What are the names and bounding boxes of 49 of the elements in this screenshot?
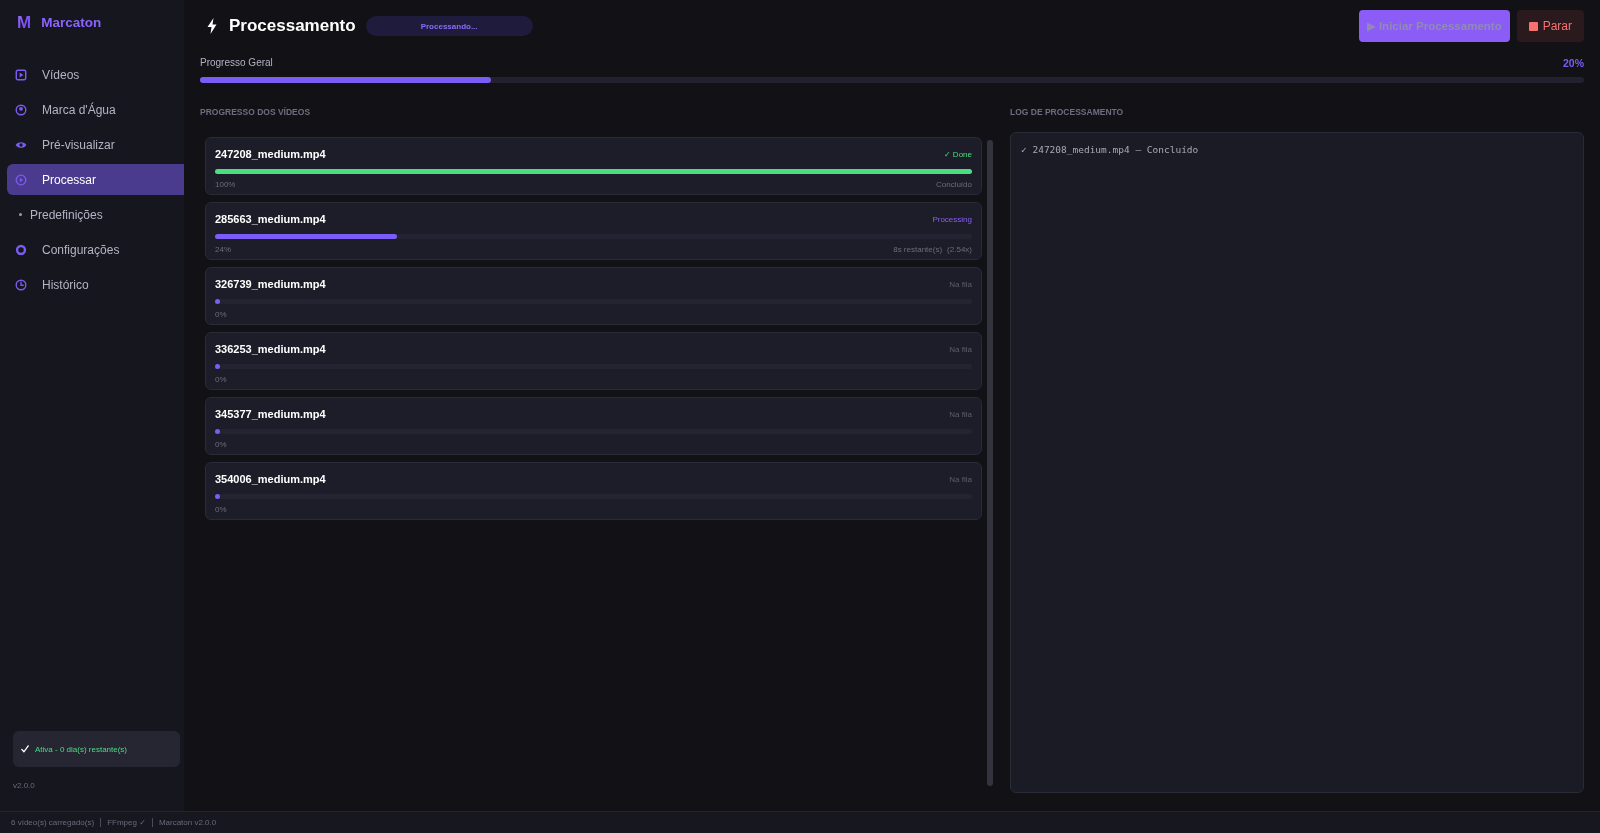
progress-label: Progresso Geral bbox=[200, 57, 273, 68]
section-heading: LOG DE PROCESSAMENTO bbox=[1010, 106, 1124, 119]
stop-icon bbox=[1528, 21, 1538, 31]
scrollbar[interactable] bbox=[987, 140, 993, 786]
sidebar-item[interactable]: Marca d'Água bbox=[7, 94, 184, 125]
sidebar-item[interactable]: Pré-visualizar bbox=[7, 129, 184, 160]
video-percent: 24% bbox=[215, 245, 231, 255]
ring-icon bbox=[15, 243, 27, 256]
video-percent: 0% bbox=[215, 310, 227, 320]
status-badge: Processando... bbox=[365, 16, 533, 36]
check-icon bbox=[21, 745, 29, 753]
logo-mark: M bbox=[17, 13, 32, 31]
play-circle-icon bbox=[15, 173, 27, 186]
video-name: 247208_medium.mp4 bbox=[215, 148, 326, 160]
video-name: 326739_medium.mp4 bbox=[215, 278, 326, 290]
stop-button[interactable]: Parar bbox=[1516, 10, 1584, 42]
circle-dot-icon bbox=[15, 103, 27, 116]
video-percent: 0% bbox=[215, 375, 227, 385]
license-text: Ativa - 0 dia(s) restante(s) bbox=[35, 744, 128, 754]
video-percent: 0% bbox=[215, 440, 227, 450]
status-text: FFmpeg ✓ bbox=[107, 818, 146, 827]
sidebar-item[interactable]: Vídeos bbox=[7, 59, 184, 90]
app-name: Marcaton bbox=[41, 14, 102, 30]
sidebar-item[interactable]: Processar bbox=[7, 164, 184, 195]
video-percent: 0% bbox=[215, 505, 227, 515]
progress-percent: 20% bbox=[1563, 56, 1584, 69]
sidebar-item[interactable]: Configurações bbox=[7, 234, 184, 265]
version-text: v2.0.0 bbox=[13, 781, 35, 791]
video-play-icon bbox=[15, 68, 27, 81]
page-title: Processamento bbox=[229, 16, 356, 36]
video-percent: 100% bbox=[215, 180, 236, 190]
video-detail: Concluído bbox=[935, 180, 972, 190]
sidebar-item[interactable]: Predefinições bbox=[7, 199, 184, 230]
status-text: Marcaton v2.0.0 bbox=[158, 818, 217, 827]
section-heading: PROGRESSO DOS VÍDEOS bbox=[200, 106, 311, 119]
sidebar-item[interactable]: Histórico bbox=[7, 269, 184, 300]
bullet-icon bbox=[19, 213, 22, 216]
video-name: 345377_medium.mp4 bbox=[215, 408, 326, 420]
video-detail: (2.54x) bbox=[947, 245, 972, 255]
video-name: 354006_medium.mp4 bbox=[215, 473, 326, 485]
video-name: 285663_medium.mp4 bbox=[215, 213, 326, 225]
log-line: ✓ 247208_medium.mp4 — Concluído bbox=[1021, 144, 1200, 156]
lightning-icon bbox=[207, 18, 217, 34]
clock-icon bbox=[15, 278, 27, 291]
video-detail: 8s restante(s) bbox=[893, 245, 943, 255]
status-text: 6 vídeo(s) carregado(s) bbox=[11, 818, 95, 827]
video-name: 336253_medium.mp4 bbox=[215, 343, 326, 355]
video-status: ✓ Done bbox=[943, 149, 972, 159]
video-status: Processing bbox=[932, 214, 972, 224]
